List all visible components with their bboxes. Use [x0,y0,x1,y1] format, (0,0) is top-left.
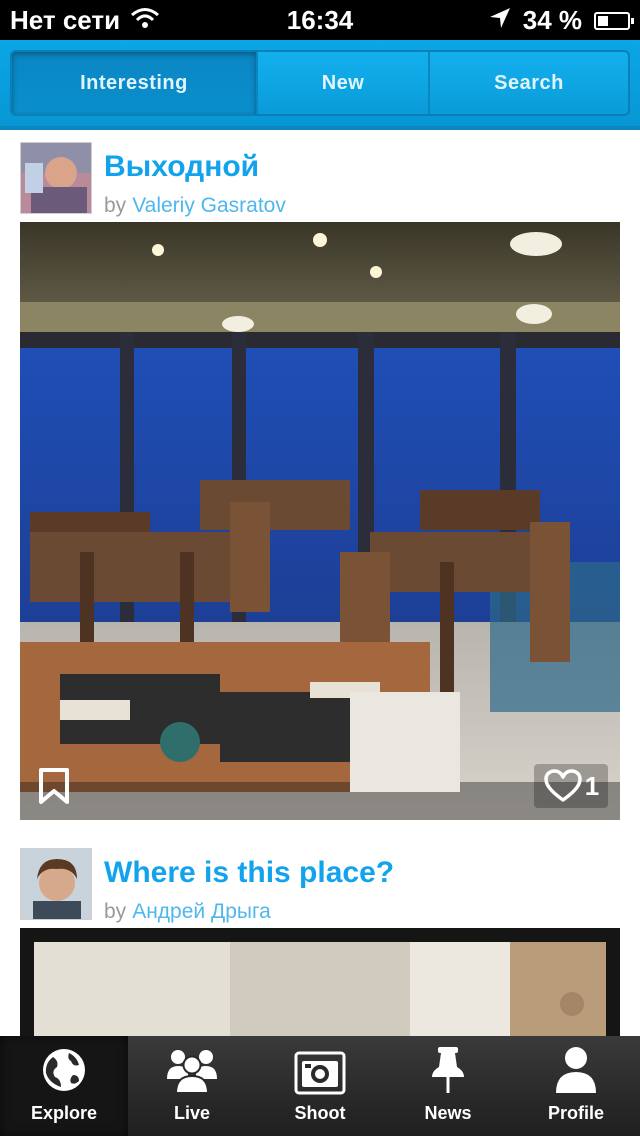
tab-live[interactable]: Live [128,1036,256,1136]
author-name[interactable]: Андрей Дрыга [132,900,271,923]
like-button[interactable]: 1 [534,764,608,808]
tab-label: Profile [547,1103,604,1123]
tab-explore[interactable]: Explore [0,1036,128,1136]
like-count: 1 [584,770,600,801]
camera-icon [294,1051,346,1095]
restaurant-photo [20,222,620,820]
battery-fill [598,15,608,26]
heart-icon [544,769,582,802]
battery-percent: 34 % [522,5,582,35]
post-photo[interactable] [20,928,620,1036]
battery-icon [594,11,634,30]
segment-new[interactable]: New [258,52,430,114]
status-right: 34 % [489,5,634,36]
tab-profile[interactable]: Profile [512,1036,640,1136]
author-avatar[interactable] [20,848,92,920]
tab-news[interactable]: News [384,1036,512,1136]
pin-icon [432,1047,464,1093]
author-name[interactable]: Valeriy Gasratov [132,194,286,217]
post-author-line: by Андрей Дрыга [104,900,271,924]
post-photo[interactable]: 1 [20,222,620,820]
by-label: by [104,900,127,923]
globe-icon [43,1049,85,1091]
interior-photo [20,928,620,1036]
bookmark-button[interactable] [34,766,74,806]
location-arrow-icon [489,5,511,36]
by-label: by [104,194,127,217]
post-author-line: by Valeriy Gasratov [104,194,286,218]
post-title[interactable]: Where is this place? [104,856,394,890]
bookmark-icon [39,768,69,804]
tab-label: Explore [30,1103,98,1123]
author-avatar[interactable] [20,142,92,214]
app-screen: Нет сети 16:34 34 % Interesting New Sear… [0,0,640,1136]
segment-search[interactable]: Search [430,52,628,114]
segment-interesting[interactable]: Interesting [12,52,258,114]
person-icon [556,1047,596,1093]
segmented-control: Interesting New Search [10,50,630,116]
tab-shoot[interactable]: Shoot [256,1036,384,1136]
tab-label: Live [173,1103,211,1123]
people-icon [167,1050,217,1094]
segment-header: Interesting New Search [0,40,640,130]
tab-bar: Explore Live Shoot News Profile [0,1036,640,1136]
post-header: Where is this place? by Андрей Дрыга [20,848,620,924]
post-header: Выходной by Valeriy Gasratov [20,142,620,218]
post-title[interactable]: Выходной [104,150,259,184]
photo-feed[interactable]: Выходной by Valeriy Gasratov 1 Where is … [0,130,640,1036]
tab-label: News [424,1103,472,1123]
status-bar: Нет сети 16:34 34 % [0,0,640,40]
tab-label: Shoot [294,1103,346,1123]
